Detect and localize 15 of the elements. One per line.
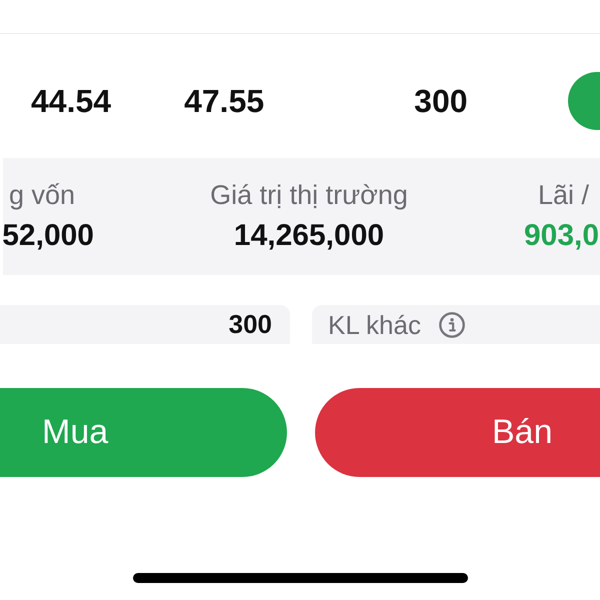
stat-value: 52,000 — [2, 219, 94, 253]
card-label: KL khác — [328, 308, 421, 340]
stat-label: Giá trị thị trường — [210, 179, 408, 212]
stat-label: Lãi / — [537, 179, 590, 212]
stat-value: 14,265,000 — [234, 219, 384, 253]
quantity-field[interactable]: 300 — [0, 305, 290, 344]
price-value: 300 — [414, 82, 468, 121]
sell-button[interactable]: Bán — [315, 388, 600, 477]
price-value: 44.54 — [31, 82, 112, 121]
stat-value: 903,0 — [524, 219, 600, 253]
price-value: 47.55 — [184, 82, 264, 121]
buy-button[interactable]: Mua — [0, 388, 287, 477]
info-icon[interactable] — [438, 312, 465, 338]
pill-button[interactable] — [568, 72, 600, 130]
stat-label: g vốn — [8, 179, 76, 212]
